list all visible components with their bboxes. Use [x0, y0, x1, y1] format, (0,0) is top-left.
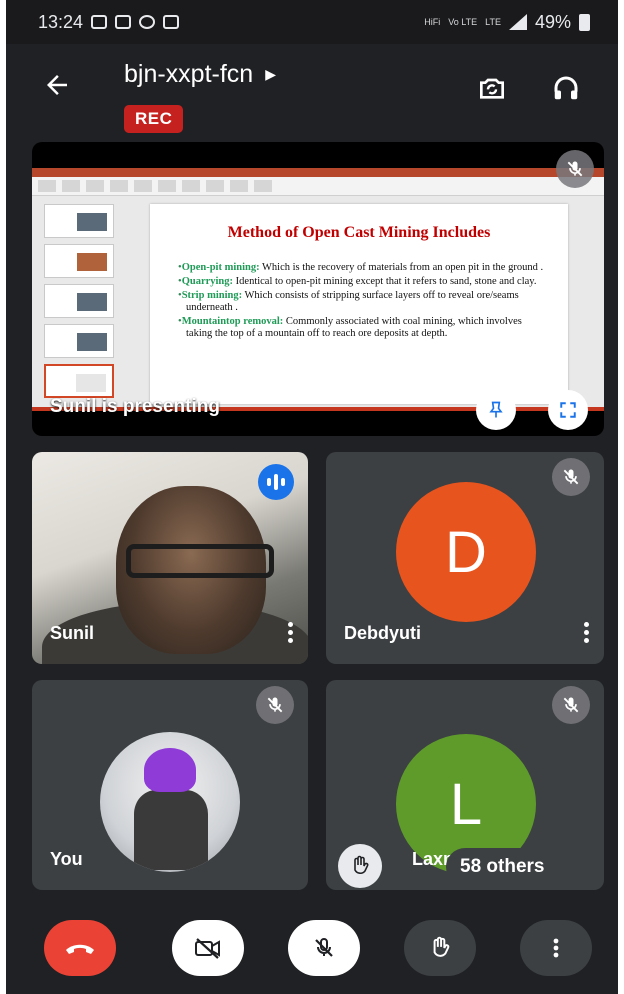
more-options-icon[interactable]: [584, 619, 590, 646]
call-controls: [6, 908, 618, 994]
slide-bullet: Open-pit mining: Which is the recovery o…: [178, 262, 544, 274]
more-options-button[interactable]: [520, 920, 592, 976]
signal-icon: [508, 14, 527, 30]
camera-toggle-button[interactable]: [172, 920, 244, 976]
switch-camera-icon: [480, 78, 504, 99]
back-arrow-icon[interactable]: [42, 70, 72, 106]
chevron-right-icon: ▶: [265, 66, 276, 82]
participant-tile-you[interactable]: You: [32, 680, 308, 890]
others-count[interactable]: 58 others: [446, 848, 559, 886]
battery-icon: [579, 13, 590, 31]
camera-off-icon: [195, 938, 220, 959]
participant-name: Sunil: [50, 623, 94, 643]
participant-tile-sunil[interactable]: Sunil: [32, 452, 308, 664]
meeting-title[interactable]: bjn-xxpt-fcn ▶: [124, 60, 276, 89]
mic-off-icon: [552, 686, 590, 724]
battery-percent: 49%: [534, 11, 571, 32]
phone-screen: 13:24 HiFi Vo LTE LTE 49% bjn-xxpt-fcn ▶…: [6, 0, 618, 994]
headphones-icon: [554, 76, 578, 100]
raised-hand-icon: [338, 844, 382, 888]
participant-tile-debdyuti[interactable]: D Debdyuti: [326, 452, 604, 664]
participant-name: Debdyuti: [344, 623, 422, 643]
recording-badge: REC: [124, 105, 184, 133]
status-time: 13:24: [38, 11, 84, 32]
switch-camera-button[interactable]: [472, 68, 512, 108]
slide-bullet: Quarrying: Identical to open-pit mining …: [178, 276, 544, 288]
more-vert-icon: [553, 938, 559, 958]
end-call-icon: [66, 944, 94, 954]
avatar: [100, 732, 240, 872]
more-options-icon[interactable]: [288, 619, 294, 646]
meeting-code: bjn-xxpt-fcn: [124, 60, 254, 88]
audio-output-button[interactable]: [546, 68, 586, 108]
avatar: D: [396, 482, 536, 622]
lock-icon: [115, 15, 132, 29]
pin-button[interactable]: [476, 390, 516, 430]
raise-hand-icon: [433, 936, 450, 957]
shared-screen: Method of Open Cast Mining Includes Open…: [32, 168, 604, 408]
fullscreen-icon: [560, 402, 576, 418]
pin-icon: [489, 401, 503, 418]
hifi-label: HiFi: [424, 16, 441, 27]
mic-off-icon: [556, 150, 594, 188]
volte-label: Vo LTE: [448, 16, 478, 27]
end-call-button[interactable]: [44, 920, 116, 976]
lte-label: LTE: [485, 16, 501, 27]
mic-off-icon: [552, 458, 590, 496]
slide: Method of Open Cast Mining Includes Open…: [150, 204, 568, 404]
meeting-header: bjn-xxpt-fcn ▶ REC: [6, 44, 618, 136]
speaking-indicator-icon: [258, 464, 294, 500]
mic-off-icon: [315, 938, 333, 957]
slide-bullet: Mountaintop removal: Commonly associated…: [178, 316, 544, 340]
slide-bullets: Open-pit mining: Which is the recovery o…: [178, 262, 544, 342]
slide-thumbnails: [36, 204, 118, 404]
participant-name: You: [50, 849, 83, 869]
mic-off-icon: [256, 686, 294, 724]
raise-hand-button[interactable]: [404, 920, 476, 976]
slide-bullet: Strip mining: Which consists of strippin…: [178, 290, 544, 314]
app-ribbon: [32, 168, 604, 196]
status-bar: 13:24 HiFi Vo LTE LTE 49%: [6, 0, 618, 44]
fullscreen-button[interactable]: [548, 390, 588, 430]
mic-toggle-button[interactable]: [288, 920, 360, 976]
screenshot-icon: [163, 15, 180, 29]
presenter-label: Sunil is presenting: [50, 396, 220, 417]
slide-title: Method of Open Cast Mining Includes: [227, 224, 491, 241]
do-not-disturb-icon: [139, 15, 156, 29]
presentation-tile[interactable]: Method of Open Cast Mining Includes Open…: [32, 142, 604, 436]
screen-cast-icon: [91, 15, 108, 29]
